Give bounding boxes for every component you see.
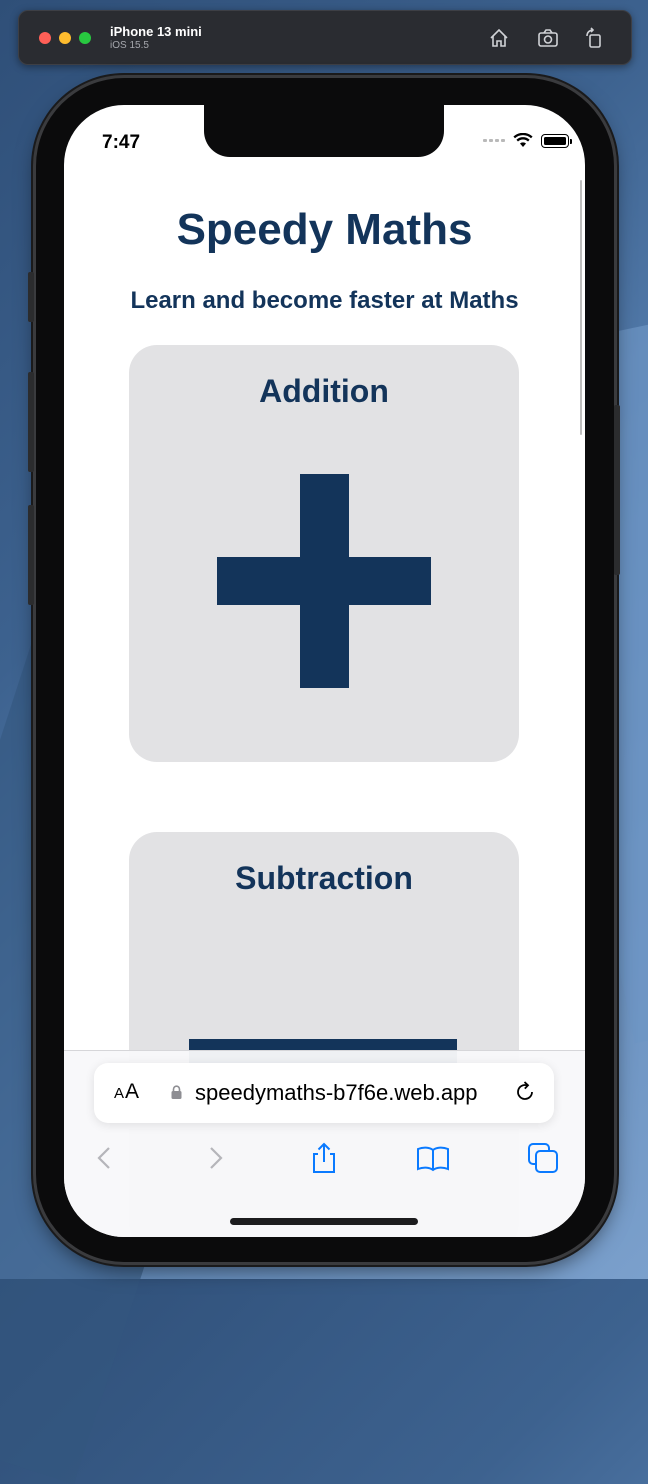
- forward-button[interactable]: [198, 1141, 232, 1175]
- minimize-window-button[interactable]: [59, 32, 71, 44]
- tabs-button[interactable]: [526, 1141, 560, 1175]
- chevron-left-icon: [97, 1147, 110, 1169]
- phone-screen: 7:47 Speedy Maths Learn and become faste…: [64, 105, 585, 1237]
- volume-down-button: [28, 505, 34, 605]
- subtraction-label: Subtraction: [235, 860, 413, 896]
- notch: [204, 105, 444, 157]
- page-title: Speedy Maths: [176, 205, 473, 254]
- rotate-icon[interactable]: [583, 27, 605, 49]
- home-icon[interactable]: [488, 27, 510, 49]
- reload-icon[interactable]: [512, 1079, 538, 1105]
- page-subtitle: Learn and become faster at Maths: [130, 287, 519, 314]
- os-version: iOS 15.5: [110, 40, 149, 51]
- share-icon: [313, 1142, 335, 1173]
- status-icons: [483, 133, 572, 148]
- tabs-icon: [528, 1143, 558, 1173]
- address-bar[interactable]: AA speedymaths-b7f6e.web.app: [94, 1063, 554, 1123]
- battery-icon: [541, 133, 572, 148]
- bookmarks-button[interactable]: [416, 1141, 450, 1175]
- device-name: iPhone 13 mini: [110, 24, 202, 39]
- chevron-right-icon: [210, 1147, 223, 1169]
- power-button: [614, 405, 620, 575]
- status-time: 7:47: [102, 132, 141, 153]
- safari-toolbar: AA speedymaths-b7f6e.web.app: [64, 1050, 585, 1237]
- addition-card[interactable]: Addition: [129, 345, 519, 762]
- share-button[interactable]: [307, 1141, 341, 1175]
- lock-icon: [171, 1085, 182, 1099]
- url-text: speedymaths-b7f6e.web.app: [195, 1080, 478, 1105]
- addition-label: Addition: [259, 373, 389, 409]
- back-button[interactable]: [88, 1141, 122, 1175]
- mute-switch: [28, 272, 34, 322]
- text-size-label: A: [125, 1080, 141, 1103]
- book-icon: [417, 1146, 449, 1172]
- screenshot-icon[interactable]: [537, 27, 559, 49]
- zoom-window-button[interactable]: [79, 32, 91, 44]
- volume-up-button: [28, 372, 34, 472]
- simulator-title-bar: iPhone 13 mini iOS 15.5: [18, 10, 632, 65]
- close-window-button[interactable]: [39, 32, 51, 44]
- text-size-button[interactable]: AA: [114, 1080, 140, 1104]
- signal-icon: [483, 139, 505, 142]
- home-indicator: [230, 1218, 418, 1225]
- wifi-icon: [513, 133, 533, 147]
